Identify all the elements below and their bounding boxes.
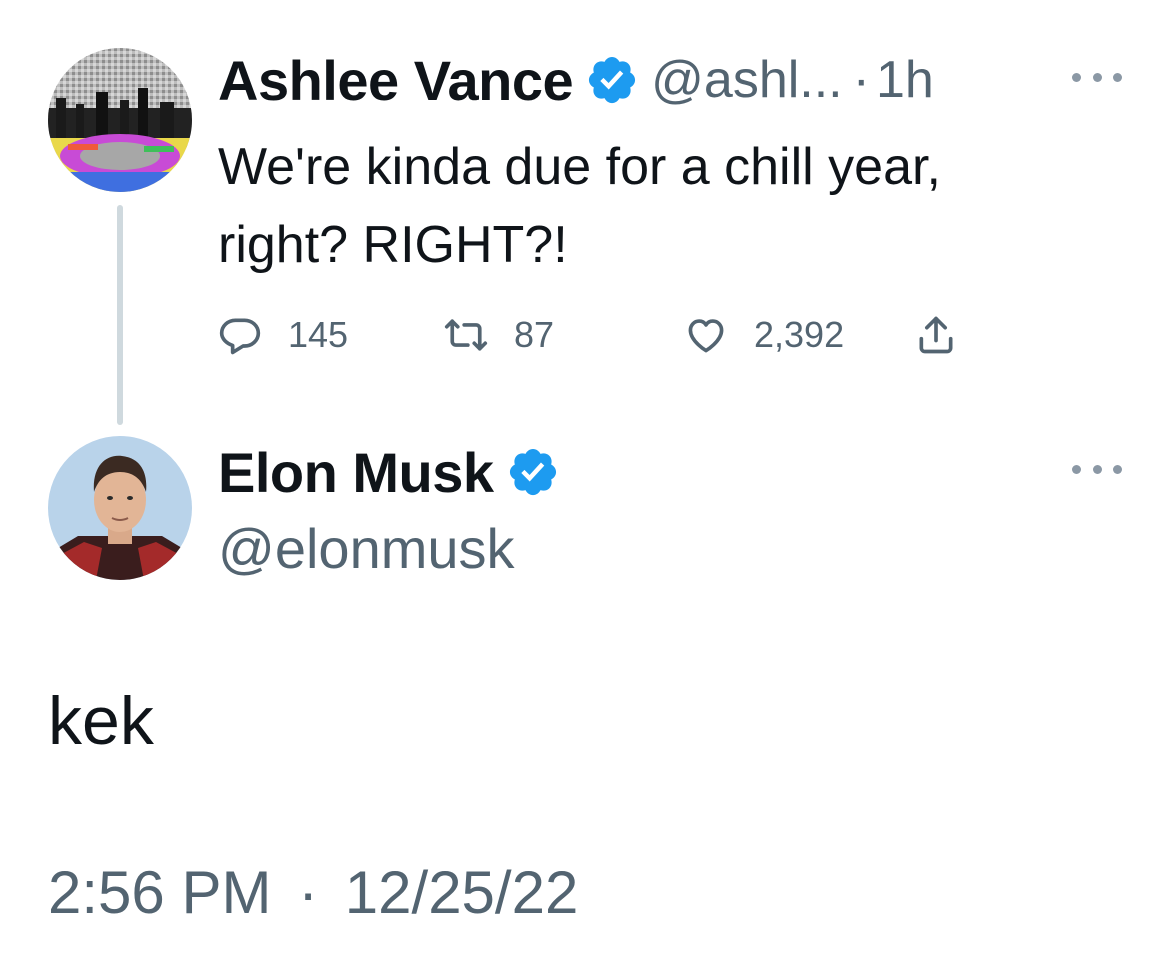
like-button[interactable]: 2,392	[684, 308, 844, 362]
parent-tweet-text-line2: right? RIGHT?!	[218, 216, 568, 274]
parent-author-name[interactable]: Ashlee Vance	[218, 48, 574, 113]
main-author-name[interactable]: Elon Musk	[218, 440, 494, 505]
tweet-date: 12/25/22	[344, 859, 579, 926]
share-icon	[919, 316, 953, 354]
main-avatar[interactable]	[48, 436, 192, 580]
like-count: 2,392	[754, 314, 845, 355]
parent-avatar-image	[48, 48, 192, 192]
main-author-handle[interactable]: @elonmusk	[218, 516, 515, 581]
main-tweet-text: kek	[48, 683, 154, 759]
reply-icon	[219, 318, 261, 355]
parent-tweet-header: Ashlee Vance @ashl... · 1h	[218, 40, 934, 120]
reply-button[interactable]: 145	[218, 308, 348, 362]
parent-more-icon[interactable]	[1072, 70, 1122, 84]
parent-tweet-text: We're kinda due for a chill year, right?…	[218, 128, 1128, 284]
retweet-button[interactable]: 87	[444, 308, 554, 362]
verified-badge-icon	[506, 445, 560, 499]
reply-count: 145	[288, 314, 349, 355]
thread-connector-line	[117, 205, 123, 425]
parent-tweet-text-line1: We're kinda due for a chill year,	[218, 138, 941, 196]
heart-icon	[688, 319, 724, 353]
main-tweet-header: Elon Musk	[218, 432, 560, 512]
share-button[interactable]	[914, 308, 958, 362]
main-more-icon[interactable]	[1072, 462, 1122, 476]
main-avatar-image	[48, 436, 192, 580]
tweet-timestamp[interactable]: 2:56 PM · 12/25/22	[48, 858, 578, 927]
retweet-icon	[444, 319, 488, 351]
parent-avatar[interactable]	[48, 48, 192, 192]
separator-dot: ·	[852, 51, 870, 109]
parent-author-handle[interactable]: @ashl...	[651, 50, 843, 110]
parent-time-ago[interactable]: 1h	[876, 50, 934, 110]
retweet-count: 87	[514, 314, 555, 355]
parent-action-bar: 145 87 2,392	[218, 308, 978, 362]
tweet-time: 2:56 PM	[48, 859, 272, 926]
verified-badge-icon	[585, 53, 639, 107]
timestamp-separator: ·	[298, 859, 319, 926]
